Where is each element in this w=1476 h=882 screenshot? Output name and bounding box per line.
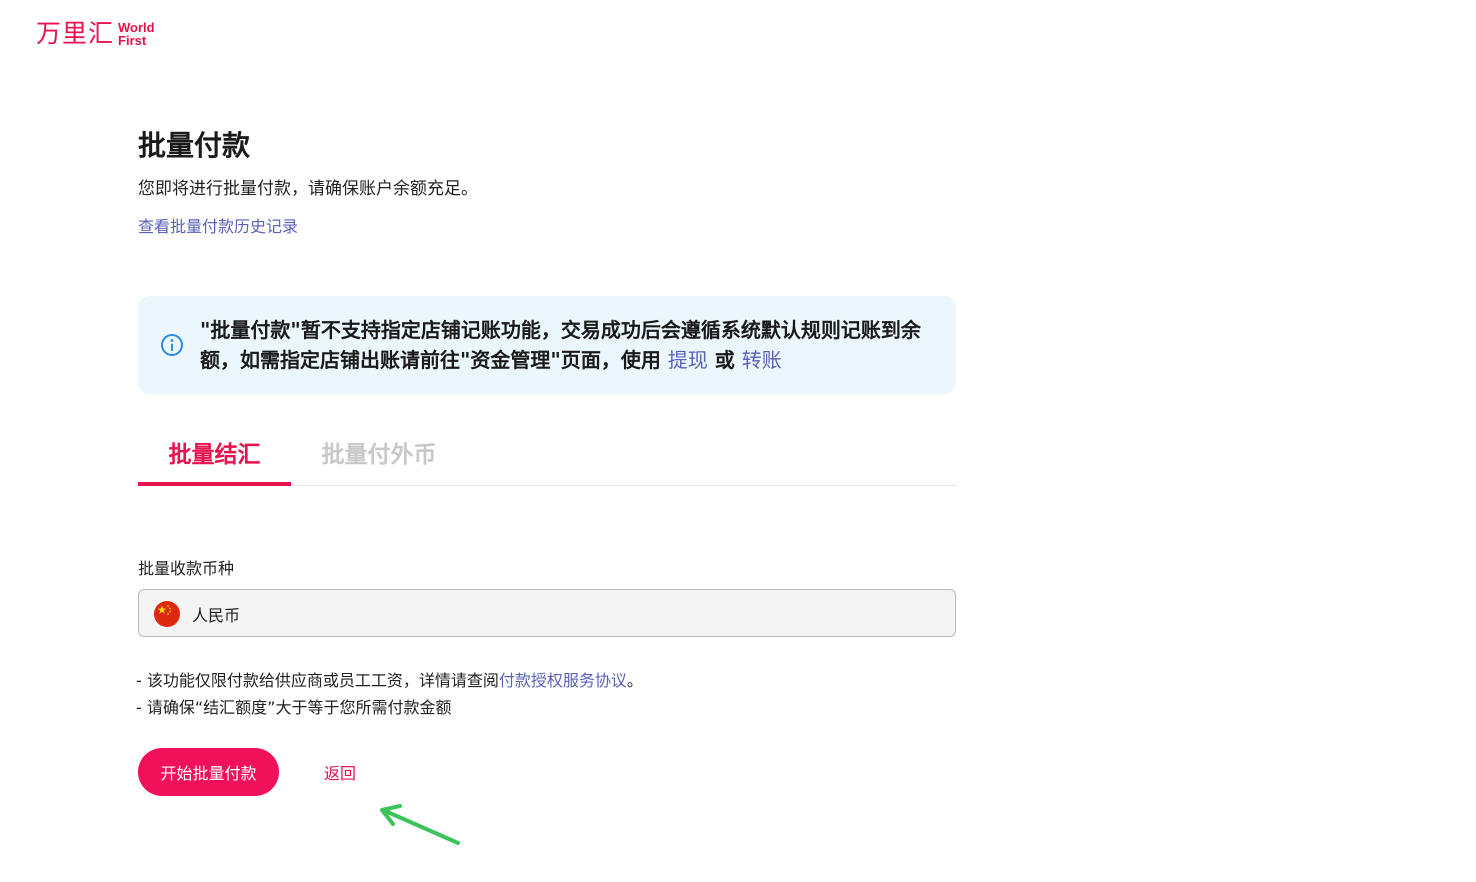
notice-message: "批量付款"暂不支持指定店铺记账功能，交易成功后会遵循系统默认规则记账到余额，如… (200, 318, 921, 372)
logo-en-line2: First (118, 33, 147, 48)
notice-banner: "批量付款"暂不支持指定店铺记账功能，交易成功后会遵循系统默认规则记账到余额，如… (138, 296, 956, 394)
logo-cn-text: 万里汇 (36, 19, 115, 48)
note-line-1-prefix: - 该功能仅限付款给供应商或员工工资，详情请查阅 (136, 671, 499, 690)
notice-or: 或 (707, 348, 742, 372)
tab-batch-foreign-currency[interactable]: 批量付外币 (308, 430, 450, 486)
withdraw-link[interactable]: 提现 (668, 348, 708, 372)
annotation-arrow-icon (380, 804, 460, 845)
tab-batch-settlement[interactable]: 批量结汇 (138, 430, 291, 486)
logo-en-text: World First (118, 21, 155, 47)
info-icon (161, 334, 183, 356)
start-batch-payment-button[interactable]: 开始批量付款 (138, 748, 279, 796)
note-line-1-suffix: 。 (626, 671, 643, 690)
page-subtitle: 您即将进行批量付款，请确保账户余额充足。 (138, 179, 478, 199)
note-line-1: - 该功能仅限付款给供应商或员工工资，详情请查阅付款授权服务协议。 (136, 667, 643, 694)
note-line-2: - 请确保“结汇额度”大于等于您所需付款金额 (136, 698, 452, 717)
payment-tabs: 批量结汇 批量付外币 (138, 430, 956, 486)
page-title: 批量付款 (138, 129, 251, 162)
currency-select[interactable]: 人民币 (138, 589, 956, 637)
china-flag-icon (154, 601, 180, 627)
back-link[interactable]: 返回 (324, 760, 356, 784)
payment-authorization-agreement-link[interactable]: 付款授权服务协议 (499, 671, 627, 690)
notes: - 该功能仅限付款给供应商或员工工资，详情请查阅付款授权服务协议。 - 请确保“… (136, 667, 643, 721)
notice-text: "批量付款"暂不支持指定店铺记账功能，交易成功后会遵循系统默认规则记账到余额，如… (200, 315, 940, 375)
currency-field-label: 批量收款币种 (138, 559, 235, 578)
transfer-link[interactable]: 转账 (742, 348, 782, 372)
world-first-logo[interactable]: 万里汇 World First (36, 18, 155, 50)
batch-payment-history-link[interactable]: 查看批量付款历史记录 (138, 213, 298, 237)
currency-select-value: 人民币 (192, 606, 241, 625)
